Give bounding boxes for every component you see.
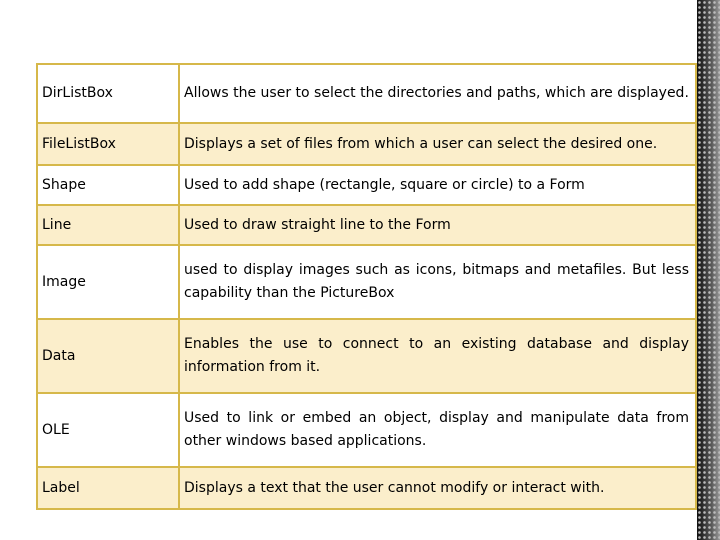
table-row: OLE Used to link or embed an object, disp…	[36, 392, 697, 468]
control-description: used to display images such as icons, bi…	[178, 244, 697, 320]
control-description: Allows the user to select the directorie…	[178, 63, 697, 124]
control-name: Image	[36, 244, 180, 320]
control-description: Displays a text that the user cannot mod…	[178, 466, 697, 510]
control-name: DirListBox	[36, 63, 180, 124]
control-description: Used to draw straight line to the Form	[178, 204, 697, 246]
control-description: Used to add shape (rectangle, square or …	[178, 164, 697, 206]
control-name: OLE	[36, 392, 180, 468]
table-row: Image used to display images such as icon…	[36, 244, 697, 320]
control-name: Shape	[36, 164, 180, 206]
table-row: Shape Used to add shape (rectangle, squar…	[36, 164, 697, 206]
control-name: Line	[36, 204, 180, 246]
control-description: Displays a set of files from which a use…	[178, 122, 697, 166]
table-row: Data Enables the use to connect to an exi…	[36, 318, 697, 394]
control-description: Used to link or embed an object, display…	[178, 392, 697, 468]
table-row: FileListBox Displays a set of files from …	[36, 122, 697, 166]
table-row: DirListBox Allows the user to select the …	[36, 63, 697, 124]
table-row: Label Displays a text that the user canno…	[36, 466, 697, 510]
control-name: Label	[36, 466, 180, 510]
decorative-edge-pattern	[697, 0, 720, 540]
control-description: Enables the use to connect to an existin…	[178, 318, 697, 394]
controls-table: DirListBox Allows the user to select the …	[36, 63, 697, 510]
control-name: FileListBox	[36, 122, 180, 166]
control-name: Data	[36, 318, 180, 394]
table-row: Line Used to draw straight line to the Fo…	[36, 204, 697, 246]
